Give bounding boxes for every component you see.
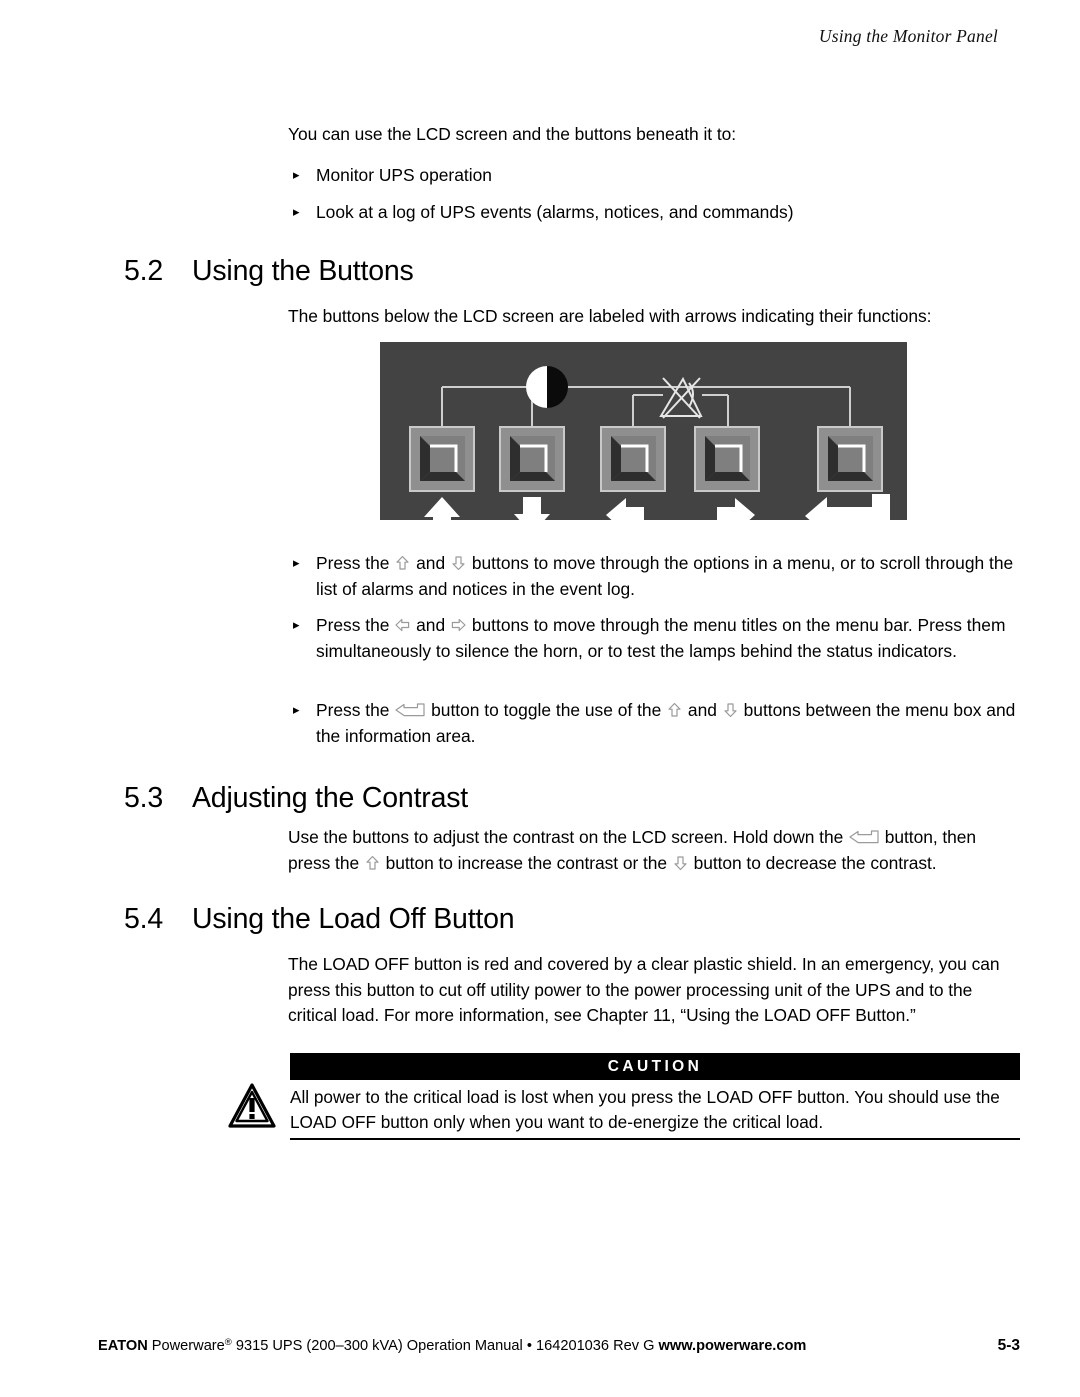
footer-url[interactable]: www.powerware.com xyxy=(659,1338,807,1354)
bullet-marker-icon: ▸ xyxy=(293,204,300,219)
arrow-down-outline-icon xyxy=(451,555,466,571)
section-5-2-lead: The buttons below the LCD screen are lab… xyxy=(288,306,932,326)
monitor-panel-figure xyxy=(380,342,907,520)
arrow-left-outline-icon xyxy=(395,617,410,633)
contrast-icon xyxy=(526,366,568,408)
heading-number: 5.4 xyxy=(124,903,164,935)
caution-text: All power to the critical load is lost w… xyxy=(290,1087,1000,1132)
bullet-marker-icon: ▸ xyxy=(293,167,300,182)
arrow-down-outline-icon xyxy=(723,702,738,718)
heading-number: 5.2 xyxy=(124,255,164,287)
arrow-right-outline-icon xyxy=(451,617,466,633)
bullet-rich-text: Press the and buttons to move through th… xyxy=(316,553,1014,599)
section-5-2-bullet-2: ▸ Press the and buttons to move through … xyxy=(288,613,1018,664)
bullet-marker-icon: ▸ xyxy=(293,555,300,570)
intro-block: You can use the LCD screen and the butto… xyxy=(288,122,1018,148)
intro-bullet-text: Look at a log of UPS events (alarms, not… xyxy=(316,202,794,222)
section-5-2-bullet-1: ▸ Press the and buttons to move through … xyxy=(288,551,1018,602)
section-5-4-paragraph: The LOAD OFF button is red and covered b… xyxy=(288,954,1000,1025)
page-footer: EATON Powerware® 9315 UPS (200–300 kVA) … xyxy=(98,1337,1020,1354)
bullet-marker-icon: ▸ xyxy=(293,702,300,717)
bullet-rich-text: Press the and buttons to move through th… xyxy=(316,615,1006,661)
caution-bottom-rule xyxy=(290,1138,1020,1140)
footer-registered-mark: ® xyxy=(224,1337,232,1348)
heading-5-3: 5.3 Adjusting the Contrast xyxy=(124,782,468,815)
footer-details: 9315 UPS (200–300 kVA) Operation Manual … xyxy=(231,1338,659,1354)
paragraph-rich-text: Use the buttons to adjust the contrast o… xyxy=(288,827,977,873)
heading-title: Adjusting the Contrast xyxy=(192,782,469,814)
bullet-marker-icon: ▸ xyxy=(293,617,300,632)
heading-title: Using the Buttons xyxy=(192,255,414,287)
running-head: Using the Monitor Panel xyxy=(818,26,998,46)
footer-product: Powerware xyxy=(147,1338,225,1354)
intro-bullet-text: Monitor UPS operation xyxy=(316,165,492,185)
caution-label: CAUTION xyxy=(290,1053,1020,1080)
monitor-panel-graphic xyxy=(380,342,907,520)
arrow-up-outline-icon xyxy=(667,702,682,718)
heading-5-2: 5.2 Using the Buttons xyxy=(124,255,414,288)
section-5-3-paragraph: Use the buttons to adjust the contrast o… xyxy=(288,825,1018,876)
arrow-up-outline-icon xyxy=(395,555,410,571)
enter-return-outline-icon xyxy=(395,702,425,718)
intro-lead: You can use the LCD screen and the butto… xyxy=(288,124,737,144)
enter-return-outline-icon xyxy=(849,829,879,845)
heading-5-4: 5.4 Using the Load Off Button xyxy=(124,903,515,936)
arrow-up-outline-icon xyxy=(365,855,380,871)
heading-title: Using the Load Off Button xyxy=(192,903,515,935)
warning-triangle-icon xyxy=(228,1083,276,1128)
heading-number: 5.3 xyxy=(124,782,164,814)
intro-bullet-1: ▸ Monitor UPS operation xyxy=(288,163,1018,189)
arrow-down-outline-icon xyxy=(673,855,688,871)
section-5-2-bullet-3: ▸ Press the button to toggle the use of … xyxy=(288,698,1018,749)
footer-page-number: 5-3 xyxy=(997,1337,1020,1354)
intro-bullet-2: ▸ Look at a log of UPS events (alarms, n… xyxy=(288,200,1018,226)
footer-brand: EATON xyxy=(98,1338,148,1354)
bullet-rich-text: Press the button to toggle the use of th… xyxy=(316,700,1016,746)
